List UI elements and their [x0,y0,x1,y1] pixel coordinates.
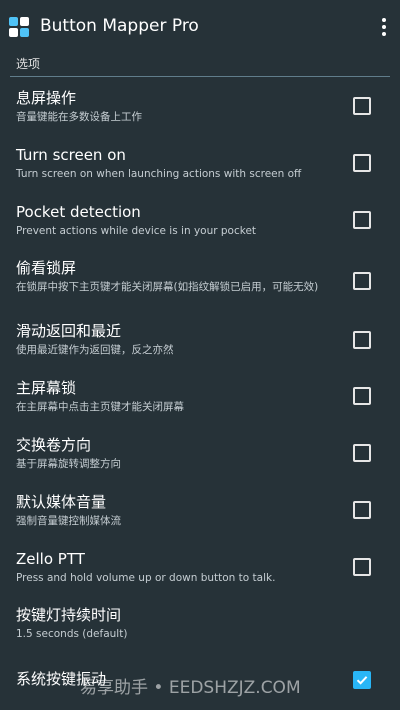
setting-subtitle: 使用最近键作为返回键，反之亦然 [16,344,174,356]
settings-screen: Button Mapper Pro 选项 息屏操作 音量键能在多数设备上工作 T… [0,0,400,710]
setting-subtitle: Press and hold volume up or down button … [16,572,276,584]
app-bar: Button Mapper Pro [0,0,400,52]
watermark: 易享助手 • EEDSHZJZ.COM [80,678,301,698]
setting-turn-screen-on[interactable]: Turn screen on Turn screen on when launc… [0,145,400,189]
setting-checkbox-checked[interactable] [353,671,371,689]
setting-checkbox[interactable] [353,211,371,229]
setting-checkbox[interactable] [353,331,371,349]
setting-checkbox[interactable] [353,501,371,519]
setting-checkbox[interactable] [353,154,371,172]
setting-title: 按键灯持续时间 [16,606,122,624]
setting-home-screen-lock[interactable]: 主屏幕锁 在主屏幕中点击主页键才能关闭屏幕 [0,378,400,422]
setting-title: 交换卷方向 [16,436,92,454]
setting-title: 滑动返回和最近 [16,322,122,340]
setting-checkbox[interactable] [353,558,371,576]
setting-swipe-back-recents[interactable]: 滑动返回和最近 使用最近键作为返回键，反之亦然 [0,321,400,365]
setting-checkbox[interactable] [353,272,371,290]
setting-title: Turn screen on [16,146,126,164]
setting-subtitle: 强制音量键控制媒体流 [16,515,121,527]
setting-subtitle: Turn screen on when launching actions wi… [16,168,302,180]
setting-title: 息屏操作 [16,89,77,107]
more-vert-icon[interactable] [374,14,394,40]
setting-title: 默认媒体音量 [16,493,107,511]
setting-subtitle: 音量键能在多数设备上工作 [16,111,142,123]
setting-subtitle: 基于屏幕旋转调整方向 [16,458,121,470]
setting-screen-off-actions[interactable]: 息屏操作 音量键能在多数设备上工作 [0,88,400,132]
check-icon [356,676,368,685]
setting-peek-lockscreen[interactable]: 偷看锁屏 在锁屏中按下主页键才能关闭屏幕(如指纹解锁已启用，可能无效) [0,258,400,318]
setting-zello-ptt[interactable]: Zello PTT Press and hold volume up or do… [0,549,400,593]
section-divider [10,76,390,77]
setting-title: 主屏幕锁 [16,379,77,397]
section-header: 选项 [16,57,41,71]
setting-title: Zello PTT [16,550,85,568]
setting-subtitle: 在主屏幕中点击主页键才能关闭屏幕 [16,401,184,413]
setting-checkbox[interactable] [353,444,371,462]
setting-swap-volume-direction[interactable]: 交换卷方向 基于屏幕旋转调整方向 [0,435,400,479]
setting-key-light-duration[interactable]: 按键灯持续时间 1.5 seconds (default) [0,605,400,649]
setting-pocket-detection[interactable]: Pocket detection Prevent actions while d… [0,202,400,246]
setting-subtitle: 在锁屏中按下主页键才能关闭屏幕(如指纹解锁已启用，可能无效) [16,281,319,293]
setting-title: Pocket detection [16,203,141,221]
setting-checkbox[interactable] [353,387,371,405]
setting-subtitle: Prevent actions while device is in your … [16,225,257,237]
setting-subtitle: 1.5 seconds (default) [16,628,128,640]
setting-checkbox[interactable] [353,97,371,115]
setting-default-media-volume[interactable]: 默认媒体音量 强制音量键控制媒体流 [0,492,400,536]
setting-title: 偷看锁屏 [16,259,77,277]
app-title: Button Mapper Pro [40,16,199,36]
app-grid-icon [9,17,29,37]
